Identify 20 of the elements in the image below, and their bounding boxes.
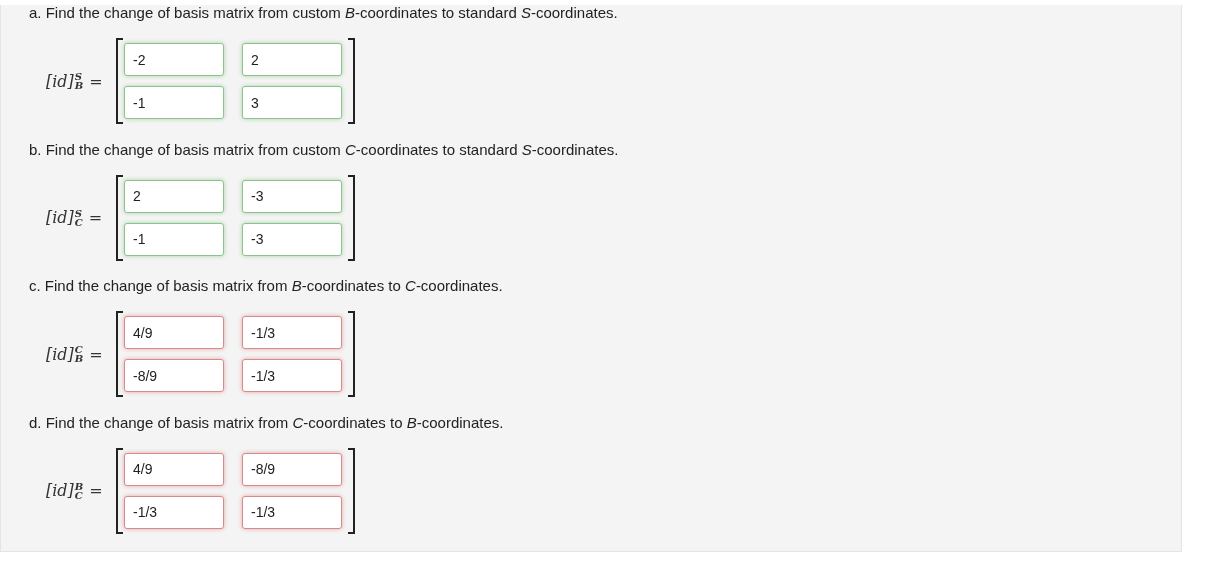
answer-field[interactable]: -1 (124, 222, 224, 256)
answer-field[interactable]: -1/3 (124, 495, 224, 529)
answer-field[interactable]: -8/9 (124, 359, 224, 392)
answer-field[interactable]: -2 (124, 43, 224, 76)
question-text: a. Find the change of basis matrix from custom B-coordinates to standard S-coordinates. (29, 5, 619, 21)
question-text: d. Find the change of basis matrix from C-coordinates to B-coordinates. (29, 414, 505, 431)
question-text: b. Find the change of basis matrix from custom C-coordinates to standard S-coordinates. (29, 141, 620, 158)
answer-field[interactable]: -3 (242, 222, 342, 256)
answer-field[interactable]: 4/9 (124, 452, 224, 486)
answer-field[interactable]: 2 (242, 43, 342, 76)
question-text: c. Find the change of basis matrix from B-coordinates to C-coordinates. (29, 278, 504, 294)
answer-field[interactable]: -1/3 (242, 495, 342, 529)
answer-field[interactable]: 3 (242, 86, 342, 119)
answer-field[interactable]: 4/9 (124, 316, 224, 349)
answer-field[interactable]: -3 (242, 179, 342, 213)
answer-field[interactable]: -8/9 (242, 452, 342, 486)
answer-field[interactable]: -1 (124, 86, 224, 119)
answer-field[interactable]: 2 (124, 179, 224, 213)
answer-field[interactable]: -1/3 (242, 316, 342, 349)
answer-field[interactable]: -1/3 (242, 359, 342, 392)
